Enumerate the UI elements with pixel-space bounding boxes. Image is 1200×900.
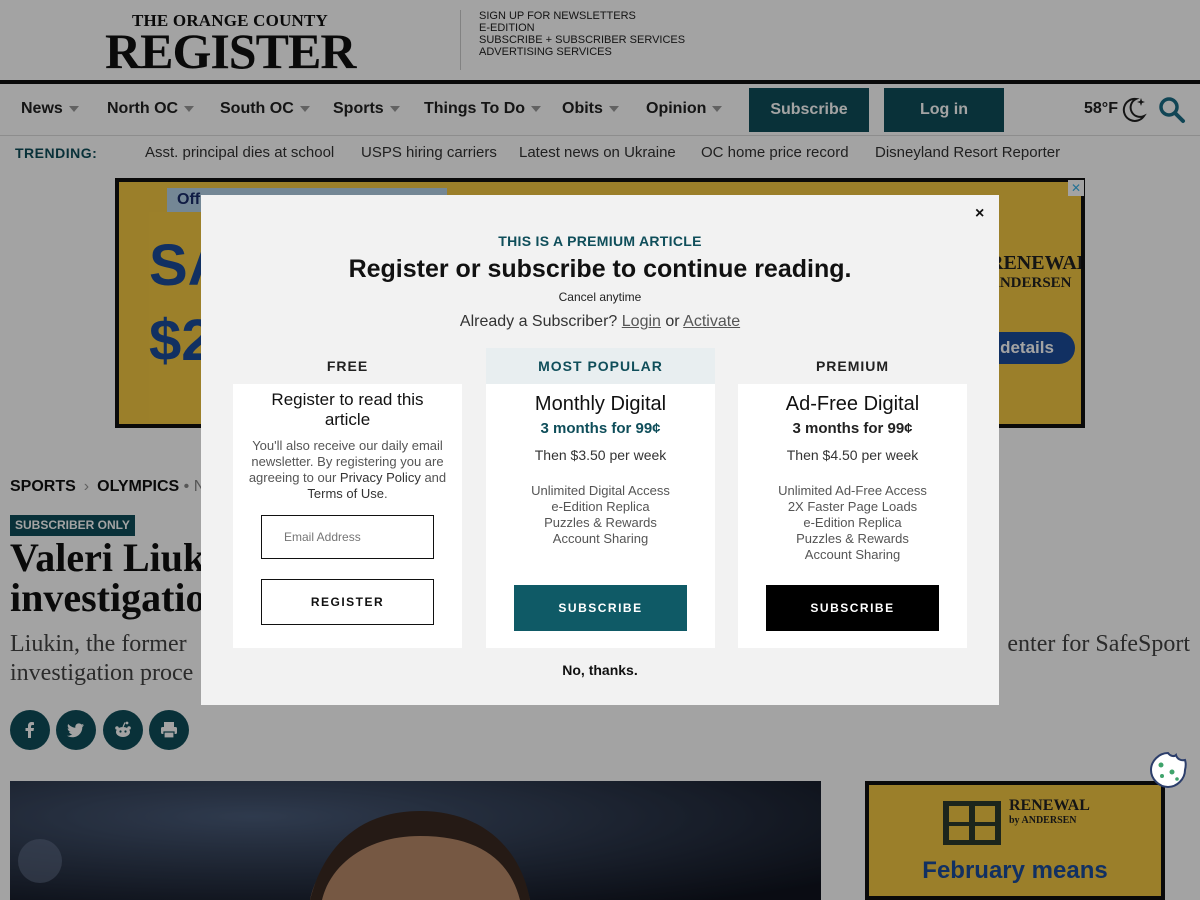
plan-feature: e-Edition Replica — [803, 515, 902, 530]
plan-feature: Puzzles & Rewards — [544, 515, 657, 530]
plan-head: MOST POPULAR — [486, 348, 715, 384]
email-field[interactable] — [261, 515, 434, 559]
premium-label: THIS IS A PREMIUM ARTICLE — [498, 233, 702, 249]
subscribe-ad-free-button[interactable]: SUBSCRIBE — [766, 585, 939, 631]
login-link[interactable]: Login — [622, 313, 661, 330]
privacy-policy-link[interactable]: Privacy Policy — [340, 470, 421, 485]
plan-feature: 2X Faster Page Loads — [787, 499, 918, 514]
plan-feature: Unlimited Digital Access — [531, 483, 670, 498]
plan-price: 3 months for 99¢ — [792, 420, 913, 437]
plan-feature: Puzzles & Rewards — [796, 531, 909, 546]
activate-link[interactable]: Activate — [683, 313, 740, 330]
plan-card-free: FREE Register to read this article You'l… — [233, 348, 462, 648]
plan-feature: Account Sharing — [552, 531, 649, 546]
modal-title: Register or subscribe to continue readin… — [348, 255, 852, 283]
plan-head: FREE — [233, 348, 462, 384]
plan-features: Unlimited Ad-Free Access 2X Faster Page … — [738, 483, 967, 563]
close-icon[interactable]: × — [975, 205, 984, 223]
plan-features: Unlimited Digital Access e-Edition Repli… — [486, 483, 715, 547]
already-text: Already a Subscriber? — [459, 313, 618, 330]
plan-title: Ad-Free Digital — [785, 393, 920, 415]
terms-of-use-link[interactable]: Terms of Use — [307, 486, 384, 501]
period-text: . — [383, 486, 388, 501]
plan-description: You'll also receive our daily email news… — [233, 438, 462, 502]
plan-feature: Account Sharing — [804, 547, 901, 562]
already-subscriber-line: Already a Subscriber? Login or Activate — [201, 313, 999, 331]
and-text: and — [424, 470, 447, 485]
plan-then-price: Then $4.50 per week — [786, 447, 919, 463]
plan-head: PREMIUM — [738, 348, 967, 384]
plan-then-price: Then $3.50 per week — [534, 447, 667, 463]
subscribe-monthly-button[interactable]: SUBSCRIBE — [514, 585, 687, 631]
or-text: or — [665, 313, 680, 330]
plan-title: Monthly Digital — [534, 393, 667, 415]
plan-feature: Unlimited Ad-Free Access — [778, 483, 927, 498]
plan-feature: e-Edition Replica — [551, 499, 650, 514]
no-thanks-link[interactable]: No, thanks. — [201, 662, 999, 678]
plan-card-ad-free: PREMIUM Ad-Free Digital 3 months for 99¢… — [738, 348, 967, 648]
cancel-anytime-note: Cancel anytime — [558, 290, 642, 304]
plan-card-monthly-digital: MOST POPULAR Monthly Digital 3 months fo… — [486, 348, 715, 648]
plan-title: Register to read this article — [271, 390, 424, 429]
paywall-modal: × THIS IS A PREMIUM ARTICLE Register or … — [201, 195, 999, 705]
register-button[interactable]: REGISTER — [261, 579, 434, 625]
plan-price: 3 months for 99¢ — [540, 420, 661, 437]
cookie-icon[interactable] — [1148, 750, 1188, 790]
